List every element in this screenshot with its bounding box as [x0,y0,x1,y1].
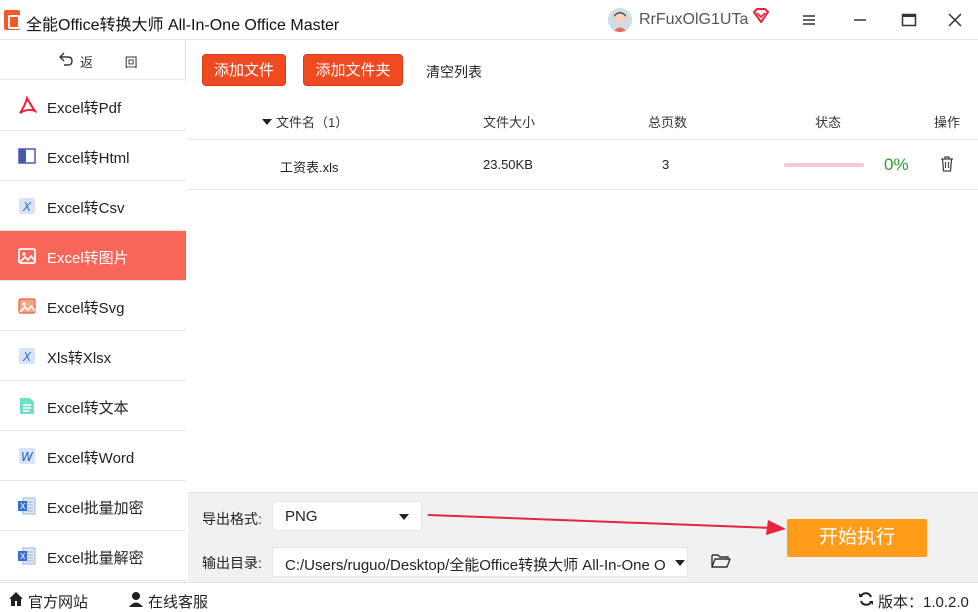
column-header-filename[interactable]: 文件名（1） [262,112,348,131]
sidebar-item-label: Excel转图片 [47,250,129,267]
clear-list-button[interactable]: 清空列表 [426,62,482,82]
official-website-link[interactable]: 官方网站 [28,591,88,612]
sidebar-item-excel-to-svg[interactable]: Excel转Svg [0,281,186,331]
format-select[interactable]: PNG [272,501,422,531]
title-bar: 全能Office转换大师 All-In-One Office Master Rr… [0,0,978,40]
svg-text:X: X [22,350,32,364]
sidebar-item-excel-to-csv[interactable]: X Excel转Csv [0,181,186,231]
back-arrow-icon [58,52,74,69]
excel-unlock-icon: X [17,546,37,566]
sidebar-item-excel-to-pdf[interactable]: Excel转Pdf [0,81,186,131]
annotation-arrow [428,514,786,535]
home-icon [8,591,24,607]
trash-icon[interactable] [940,156,954,172]
sidebar-item-label: Excel转Svg [47,300,125,317]
svg-text:X: X [20,552,26,561]
app-title: 全能Office转换大师 All-In-One Office Master [26,17,340,34]
svg-text:W: W [21,450,34,464]
sort-down-icon [262,119,272,125]
csv-icon: X [17,196,37,216]
app-logo-icon [4,10,20,30]
sidebar-item-label: Excel转Html [47,150,130,167]
sidebar: 返 回 Excel转Pdf Excel转Html X Excel转Csv Exc… [0,40,186,582]
back-button[interactable]: 返 回 [0,40,186,80]
column-header-pages: 总页数 [648,115,688,130]
sidebar-item-excel-batch-encrypt[interactable]: X Excel批量加密 [0,481,186,531]
column-header-actions: 操作 [934,115,961,130]
table-row[interactable]: 工资表.xls 23.50KB 3 0% [188,140,978,190]
output-dir-select[interactable]: C:/Users/ruguo/Desktop/全能Office转换大师 All-… [272,547,688,577]
maximize-icon[interactable] [900,11,918,29]
sidebar-item-label: Excel转文本 [47,400,129,417]
xlsx-icon: X [17,346,37,366]
minimize-icon[interactable] [851,11,869,29]
file-table-header: 文件名（1） 文件大小 总页数 状态 操作 [188,100,978,140]
user-name[interactable]: RrFuxOlG1UTa [639,11,748,29]
status-bar: 官方网站 在线客服 版本：1.0.2.0 [0,582,978,612]
progress-bar [784,163,864,167]
output-dir-value: C:/Users/ruguo/Desktop/全能Office转换大师 All-… [285,557,665,574]
file-size: 23.50KB [483,157,533,172]
progress-text: 0% [884,155,909,174]
sidebar-item-label: Excel批量加密 [47,500,144,517]
column-header-status: 状态 [815,115,842,130]
sidebar-item-label: Xls转Xlsx [47,350,112,367]
format-value: PNG [285,508,318,525]
online-support-link[interactable]: 在线客服 [148,591,208,612]
sidebar-item-xls-to-xlsx[interactable]: X Xls转Xlsx [0,331,186,381]
user-avatar[interactable] [608,8,632,32]
sidebar-item-excel-to-text[interactable]: Excel转文本 [0,381,186,431]
sidebar-item-label: Excel批量解密 [47,550,144,567]
svg-text:X: X [20,502,26,511]
sidebar-item-label: Excel转Csv [47,200,125,217]
sidebar-item-excel-batch-decrypt[interactable]: X Excel批量解密 [0,531,186,581]
folder-open-icon[interactable] [711,553,731,569]
add-folder-button[interactable]: 添加文件夹 [303,54,403,86]
sidebar-item-label: Excel转Word [47,450,135,467]
pdf-icon [17,95,38,116]
sidebar-item-excel-to-word[interactable]: W Excel转Word [0,431,186,481]
file-name: 工资表.xls [280,160,339,175]
word-icon: W [17,446,37,466]
format-label: 导出格式: [202,511,262,527]
text-file-icon [17,396,37,416]
column-header-size: 文件大小 [483,115,536,130]
back-label: 返 回 [80,55,152,70]
sidebar-item-label: Excel转Pdf [47,100,122,117]
excel-lock-icon: X [17,496,37,516]
page-count: 3 [662,157,670,172]
start-button[interactable]: 开始执行 [787,519,927,557]
refresh-icon [858,591,874,607]
vip-diamond-icon[interactable] [752,8,770,27]
chevron-down-icon [675,560,685,566]
html-icon [17,146,37,166]
svg-image-icon [17,296,37,316]
sidebar-item-excel-to-html[interactable]: Excel转Html [0,131,186,181]
menu-icon[interactable] [800,11,818,29]
svg-text:X: X [22,200,32,214]
version-label: 版本：1.0.2.0 [878,594,969,611]
sidebar-item-excel-to-image[interactable]: Excel转图片 [0,231,186,281]
chevron-down-icon [399,514,409,520]
output-dir-label: 输出目录: [202,555,262,571]
add-file-button[interactable]: 添加文件 [202,54,286,86]
customer-service-icon [128,591,144,607]
close-icon[interactable] [946,11,964,29]
image-icon [17,246,37,266]
